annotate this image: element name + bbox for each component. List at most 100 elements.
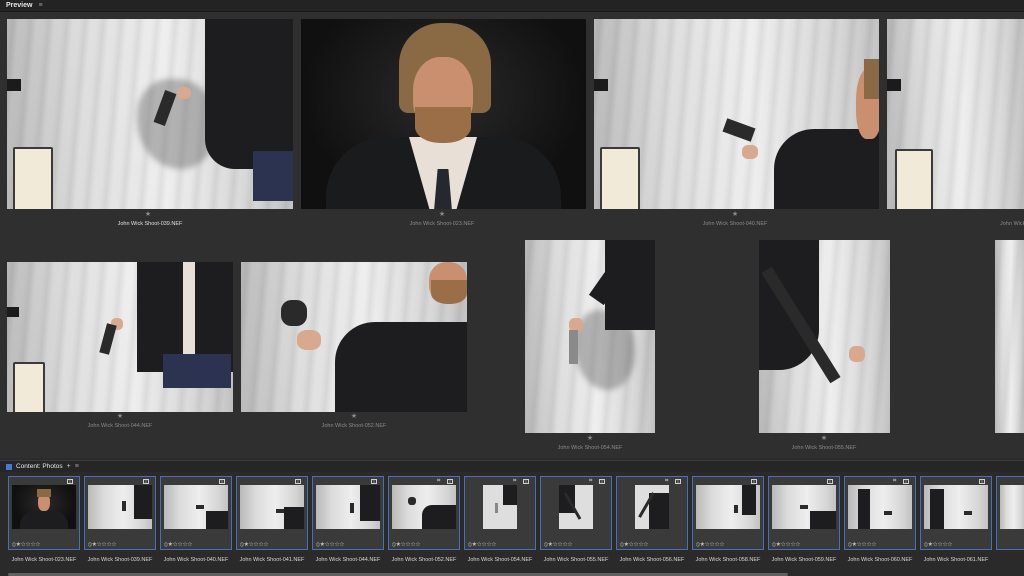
content-panel-title[interactable]: Content: Photos: [16, 463, 63, 470]
photo-star-icon: ★: [731, 211, 739, 218]
preview-photo-040[interactable]: [594, 19, 879, 209]
metadata-badge-icon: ≡: [751, 479, 757, 484]
photo-star-icon: ★: [116, 413, 124, 420]
thumbnail-044[interactable]: ≡ ⦸★☆☆☆☆: [312, 476, 384, 550]
metadata-badge-icon: ≡: [295, 479, 301, 484]
thumbnail-059[interactable]: ≡ ⦸★☆☆☆☆: [768, 476, 840, 550]
thumbnail-filename: John Wick Shoot-054.NEF: [467, 557, 533, 563]
content-panel-header: Content: Photos + ≡: [0, 460, 1024, 472]
thumbnail-image: [88, 485, 152, 529]
thumbnail-filename: John Wick Shoot-060.NEF: [847, 557, 913, 563]
preview-photo-023[interactable]: [301, 19, 586, 209]
rating-stars[interactable]: ⦸★☆☆☆☆: [468, 542, 496, 549]
content-panel-icon: [6, 463, 12, 470]
hamburger-menu-icon[interactable]: ≡: [75, 463, 79, 470]
thumbnail-image: [240, 485, 304, 529]
thumbnail-image: [635, 485, 669, 529]
rating-stars[interactable]: ⦸★☆☆☆☆: [88, 542, 116, 549]
rating-stars[interactable]: ⦸★☆☆☆☆: [164, 542, 192, 549]
thumbnail-image: [924, 485, 988, 529]
thumbnail-filename: John Wick Shoot-044.NEF: [315, 557, 381, 563]
photo-caption: John Wick Shoot-044.NEF: [87, 423, 153, 429]
photo-caption: John Wick Shoot-055.NEF: [791, 445, 857, 451]
thumbnail-040[interactable]: ≡ ⦸★☆☆☆☆: [160, 476, 232, 550]
rating-stars[interactable]: ⦸★☆☆☆☆: [696, 542, 724, 549]
photo-star-icon: ★: [144, 211, 152, 218]
crop-icon: ⌗: [513, 478, 517, 484]
add-tab-button[interactable]: +: [67, 463, 71, 470]
metadata-badge-icon: ≡: [599, 479, 605, 484]
thumbnail-056[interactable]: ⌗ ≡ ⦸★☆☆☆☆: [616, 476, 688, 550]
rating-stars[interactable]: ⦸★☆☆☆☆: [848, 542, 876, 549]
thumbnail-image: [483, 485, 517, 529]
thumbnail-image: [1000, 485, 1024, 529]
metadata-badge-icon: ≡: [143, 479, 149, 484]
photo-caption: John Wick Shoot-052.NEF: [321, 423, 387, 429]
thumbnail-058[interactable]: ≡ ⦸★☆☆☆☆: [692, 476, 764, 550]
content-filmstrip[interactable]: ≡ ⦸★☆☆☆☆ ≡ ⦸★☆☆☆☆ ≡ ⦸★☆☆☆☆ ≡ ⦸★☆☆☆☆ ≡ ⦸★…: [0, 472, 1024, 576]
photo-star-icon: ★: [350, 413, 358, 420]
thumbnail-image: [848, 485, 912, 529]
rating-stars[interactable]: ⦸★☆☆☆☆: [544, 542, 572, 549]
thumbnail-filename: John Wick Shoot-040.NEF: [163, 557, 229, 563]
rating-stars[interactable]: ⦸★☆☆☆☆: [772, 542, 800, 549]
hamburger-menu-icon[interactable]: ≡: [38, 2, 42, 9]
preview-photo-054[interactable]: [525, 240, 655, 433]
rating-stars[interactable]: ⦸★☆☆☆☆: [392, 542, 420, 549]
thumbnail-image: [559, 485, 593, 529]
preview-photo-052[interactable]: [241, 262, 467, 412]
thumbnail-image: [316, 485, 380, 529]
preview-photo-041[interactable]: [887, 19, 1024, 209]
photo-star-icon: ★: [586, 435, 594, 442]
rating-stars[interactable]: ⦸★☆☆☆☆: [316, 542, 344, 549]
thumbnail-filename: John Wick Shoot-056.NEF: [619, 557, 685, 563]
photo-star-icon: ★: [820, 435, 828, 442]
thumbnail-041[interactable]: ≡ ⦸★☆☆☆☆: [236, 476, 308, 550]
metadata-badge-icon: ≡: [371, 479, 377, 484]
thumbnail-filename: John Wick Shoot-055.NEF: [543, 557, 609, 563]
photo-caption: John Wick Shoot-054.NEF: [557, 445, 623, 451]
thumbnail-filename: John Wick Shoot-061.NEF: [923, 557, 989, 563]
preview-photo-044[interactable]: [7, 262, 233, 412]
metadata-badge-icon: ≡: [447, 479, 453, 484]
crop-icon: ⌗: [893, 478, 897, 484]
photo-caption: John Wick Shoot-039.NEF: [117, 221, 183, 227]
crop-icon: ⌗: [665, 478, 669, 484]
thumbnail-image: [392, 485, 456, 529]
preview-photo-partial[interactable]: [995, 240, 1024, 433]
thumbnail-060[interactable]: ⌗ ≡ ⦸★☆☆☆☆: [844, 476, 916, 550]
rating-stars[interactable]: ⦸★☆☆☆☆: [12, 542, 40, 549]
metadata-badge-icon: ≡: [827, 479, 833, 484]
photo-star-icon: ★: [438, 211, 446, 218]
thumbnail-039[interactable]: ≡ ⦸★☆☆☆☆: [84, 476, 156, 550]
metadata-badge-icon: ≡: [219, 479, 225, 484]
thumbnail-filename: John Wick Shoot-058.NEF: [695, 557, 761, 563]
thumbnail-055[interactable]: ⌗ ≡ ⦸★☆☆☆☆: [540, 476, 612, 550]
crop-icon: ⌗: [437, 478, 441, 484]
thumbnail-052[interactable]: ⌗ ≡ ⦸★☆☆☆☆: [388, 476, 460, 550]
thumbnail-061[interactable]: ≡ ⦸★☆☆☆☆: [920, 476, 992, 550]
preview-panel-title: Preview: [6, 2, 33, 9]
rating-stars[interactable]: ⦸★☆☆☆☆: [240, 542, 268, 549]
thumbnail-filename: John Wick Shoot-041.NEF: [239, 557, 305, 563]
metadata-badge-icon: ≡: [903, 479, 909, 484]
thumbnail-054[interactable]: ⌗ ≡ ⦸★☆☆☆☆: [464, 476, 536, 550]
thumbnail-filename: John Wick Shoot-059.NEF: [771, 557, 837, 563]
photo-caption: John Wick Shoot-023.NEF: [409, 221, 475, 227]
preview-photo-055[interactable]: [759, 240, 890, 433]
preview-panel-header: Preview ≡: [0, 0, 1024, 12]
rating-stars[interactable]: ⦸★☆☆☆☆: [924, 542, 952, 549]
rating-stars[interactable]: ⦸★☆☆☆☆: [620, 542, 648, 549]
thumbnail-image: [12, 485, 76, 529]
metadata-badge-icon: ≡: [675, 479, 681, 484]
crop-icon: ⌗: [589, 478, 593, 484]
thumbnail-partial[interactable]: [996, 476, 1024, 550]
thumbnail-023[interactable]: ≡ ⦸★☆☆☆☆: [8, 476, 80, 550]
thumbnail-filename: John Wick Shoot-023.NEF: [11, 557, 77, 563]
metadata-badge-icon: ≡: [979, 479, 985, 484]
preview-photo-039[interactable]: [7, 19, 293, 209]
photo-caption: John Wick Shoot-041.NEF: [1000, 221, 1024, 227]
metadata-badge-icon: ≡: [523, 479, 529, 484]
thumbnail-image: [772, 485, 836, 529]
preview-area: ★ John Wick Shoot-039.NEF ★ John Wick Sh…: [0, 12, 1024, 458]
